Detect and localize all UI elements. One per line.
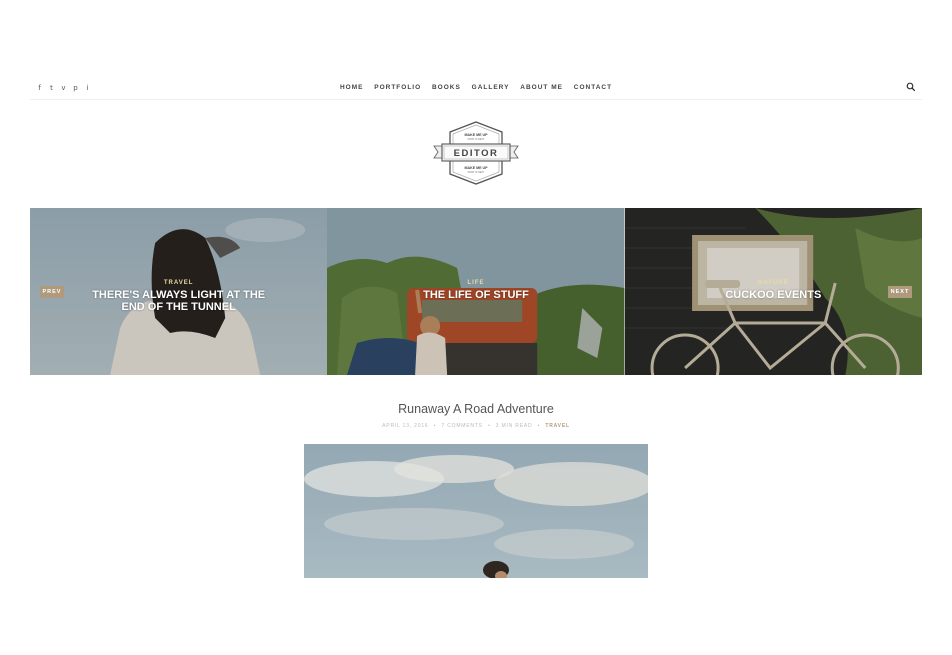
slide-category[interactable]: LIFE <box>327 280 624 286</box>
slide-nature[interactable]: NATURE CUCKOO EVENTS NEXT <box>624 208 922 375</box>
slide-caption: LIFE THE LIFE OF STUFF <box>327 280 624 301</box>
slide-caption: TRAVEL THERE'S ALWAYS LIGHT AT THE END O… <box>30 280 327 313</box>
site-logo[interactable]: MAKE ME UP WHAT IS NEXT EDITOR MAKE ME U… <box>432 121 520 185</box>
meta-separator: • <box>537 423 541 429</box>
slide-title[interactable]: CUCKOO EVENTS <box>625 289 922 301</box>
slide-title[interactable]: THERE'S ALWAYS LIGHT AT THE END OF THE T… <box>30 289 327 313</box>
nav-books[interactable]: BOOKS <box>432 84 461 91</box>
nav-home[interactable]: HOME <box>340 84 364 91</box>
meta-separator: • <box>488 423 491 429</box>
post-read-time: 3 MIN READ <box>495 423 533 429</box>
next-button[interactable]: NEXT <box>887 286 912 298</box>
nav-gallery[interactable]: GALLERY <box>472 84 510 91</box>
slide-category[interactable]: NATURE <box>625 280 922 286</box>
slide-caption: NATURE CUCKOO EVENTS <box>625 280 922 301</box>
top-bar: f t v p i HOME PORTFOLIO BOOKS GALLERY A… <box>30 78 922 100</box>
nav-contact[interactable]: CONTACT <box>574 84 612 91</box>
post-featured-image[interactable] <box>304 444 648 578</box>
post-comments[interactable]: 7 COMMENTS <box>441 423 482 429</box>
prev-button[interactable]: PREV <box>40 286 64 298</box>
post-image-sky <box>304 444 648 578</box>
slide-category[interactable]: TRAVEL <box>30 280 327 286</box>
logo-bottom-text: MAKE ME UP <box>465 166 489 170</box>
slide-title[interactable]: THE LIFE OF STUFF <box>327 289 624 301</box>
post-title[interactable]: Runaway A Road Adventure <box>0 402 952 416</box>
post-category[interactable]: TRAVEL <box>545 423 569 429</box>
logo-name: EDITOR <box>454 148 499 159</box>
nav-about-me[interactable]: ABOUT ME <box>520 84 563 91</box>
post-meta: APRIL 13, 2016 • 7 COMMENTS • 3 MIN READ… <box>0 423 952 429</box>
slide-travel[interactable]: TRAVEL THERE'S ALWAYS LIGHT AT THE END O… <box>30 208 328 375</box>
logo-bottom-sub: WHAT IS NEXT <box>468 171 485 174</box>
search-icon[interactable] <box>906 82 916 92</box>
featured-slider: TRAVEL THERE'S ALWAYS LIGHT AT THE END O… <box>30 208 922 375</box>
slide-life[interactable]: LIFE THE LIFE OF STUFF <box>327 208 625 375</box>
meta-separator: • <box>433 423 437 429</box>
logo-top-sub: WHAT IS NEXT <box>468 138 485 141</box>
nav-portfolio[interactable]: PORTFOLIO <box>374 84 421 91</box>
logo-top-text: MAKE ME UP <box>465 133 489 137</box>
main-nav: HOME PORTFOLIO BOOKS GALLERY ABOUT ME CO… <box>30 84 922 91</box>
post-date: APRIL 13, 2016 <box>382 423 429 429</box>
